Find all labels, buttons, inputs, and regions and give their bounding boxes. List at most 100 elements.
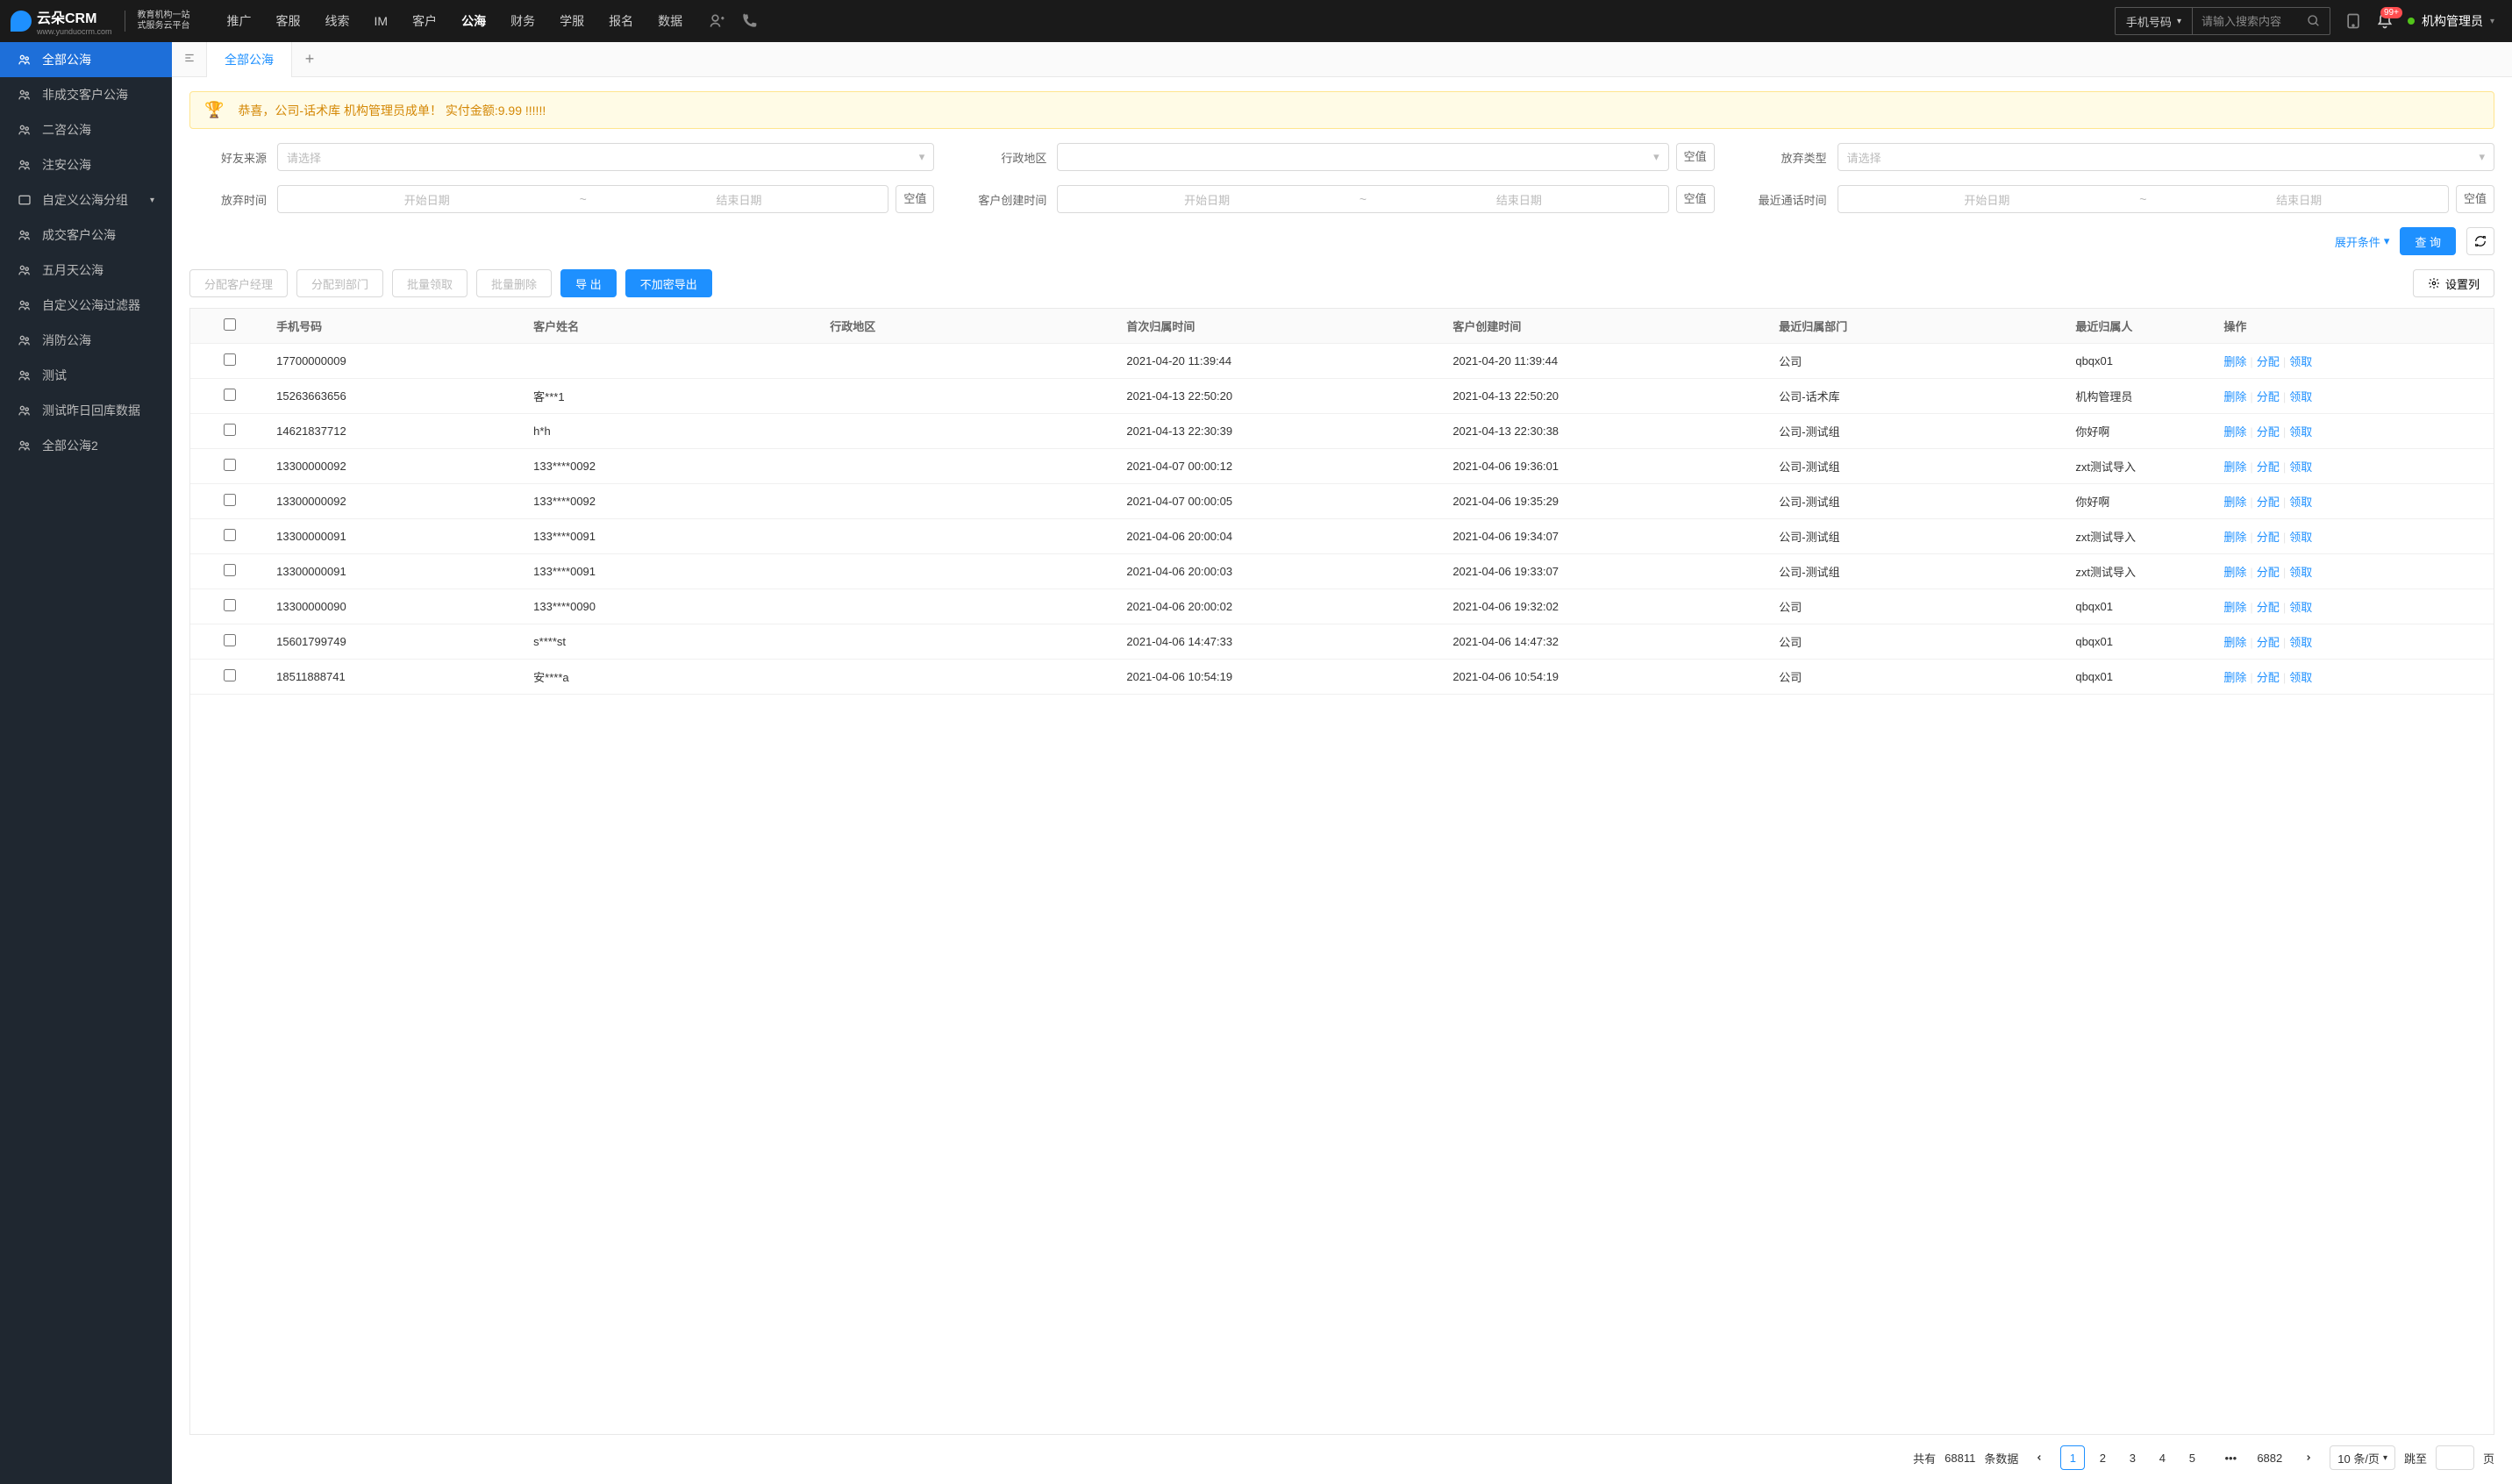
assign-link[interactable]: 分配 [2257, 460, 2280, 474]
sidebar-item[interactable]: 注安公海 [0, 147, 172, 182]
delete-link[interactable]: 删除 [2223, 601, 2246, 614]
sidebar-item[interactable]: 二咨公海 [0, 112, 172, 147]
delete-link[interactable]: 删除 [2223, 531, 2246, 544]
phone-icon[interactable] [740, 12, 758, 30]
assign-link[interactable]: 分配 [2257, 496, 2280, 509]
topnav-item[interactable]: 财务 [498, 0, 547, 42]
select-all-checkbox[interactable] [224, 318, 236, 331]
topnav-item[interactable]: 客户 [400, 0, 449, 42]
sidebar-item[interactable]: 全部公海 [0, 42, 172, 77]
search-input[interactable] [2193, 8, 2298, 34]
delete-link[interactable]: 删除 [2223, 390, 2246, 403]
assign-link[interactable]: 分配 [2257, 531, 2280, 544]
claim-link[interactable]: 领取 [2289, 601, 2312, 614]
abandon-start-date[interactable]: 开始日期 [277, 185, 576, 213]
claim-link[interactable]: 领取 [2289, 531, 2312, 544]
sidebar-item[interactable]: 成交客户公海 [0, 218, 172, 253]
user-menu[interactable]: 机构管理员 ▾ [2408, 12, 2494, 30]
lastcall-null-button[interactable]: 空值 [2456, 185, 2494, 213]
sidebar-item[interactable]: 消防公海 [0, 323, 172, 358]
row-checkbox[interactable] [224, 529, 236, 541]
friend-source-select[interactable]: 请选择 ▾ [277, 143, 934, 171]
claim-link[interactable]: 领取 [2289, 390, 2312, 403]
search-type-select[interactable]: 手机号码 ▾ [2116, 8, 2193, 34]
tablet-icon[interactable] [2344, 12, 2362, 30]
next-page-button[interactable] [2296, 1445, 2321, 1470]
export-button[interactable]: 导 出 [560, 269, 617, 297]
table-wrap[interactable]: 手机号码 客户姓名 行政地区 首次归属时间 客户创建时间 最近归属部门 最近归属… [189, 308, 2494, 1435]
topnav-item[interactable]: 客服 [264, 0, 313, 42]
create-start-date[interactable]: 开始日期 [1057, 185, 1356, 213]
expand-filters-button[interactable]: 展开条件 ▾ [2335, 233, 2390, 250]
search-button[interactable] [2298, 8, 2330, 34]
notification-button[interactable]: 99+ [2376, 12, 2394, 30]
lastcall-start-date[interactable]: 开始日期 [1838, 185, 2137, 213]
page-number[interactable]: 5 [2180, 1445, 2204, 1470]
assign-link[interactable]: 分配 [2257, 671, 2280, 684]
assign-link[interactable]: 分配 [2257, 355, 2280, 368]
sidebar-item[interactable]: 非成交客户公海 [0, 77, 172, 112]
topnav-item[interactable]: 公海 [449, 0, 498, 42]
query-button[interactable]: 查 询 [2400, 227, 2456, 255]
region-select[interactable]: ▾ [1057, 143, 1668, 171]
add-tab-button[interactable]: + [292, 50, 327, 68]
set-columns-button[interactable]: 设置列 [2413, 269, 2494, 297]
delete-link[interactable]: 删除 [2223, 496, 2246, 509]
page-size-select[interactable]: 10 条/页 ▾ [2330, 1445, 2395, 1470]
page-number[interactable]: 4 [2150, 1445, 2174, 1470]
claim-link[interactable]: 领取 [2289, 566, 2312, 579]
row-checkbox[interactable] [224, 494, 236, 506]
abandon-end-date[interactable]: 结束日期 [590, 185, 889, 213]
logo[interactable]: 云朵CRM www.yunduocrm.com 教育机构一站 式服务云平台 [0, 6, 201, 36]
assign-dept-button[interactable]: 分配到部门 [296, 269, 383, 297]
collapse-sidebar-button[interactable] [172, 42, 207, 77]
sidebar-item[interactable]: 自定义公海过滤器 [0, 288, 172, 323]
lastcall-end-date[interactable]: 结束日期 [2150, 185, 2449, 213]
batch-claim-button[interactable]: 批量领取 [392, 269, 467, 297]
jump-page-input[interactable] [2436, 1445, 2474, 1470]
row-checkbox[interactable] [224, 634, 236, 646]
row-checkbox[interactable] [224, 424, 236, 436]
delete-link[interactable]: 删除 [2223, 460, 2246, 474]
topnav-item[interactable]: 学服 [547, 0, 596, 42]
page-number[interactable]: 3 [2120, 1445, 2144, 1470]
export-plain-button[interactable]: 不加密导出 [625, 269, 712, 297]
delete-link[interactable]: 删除 [2223, 425, 2246, 439]
row-checkbox[interactable] [224, 564, 236, 576]
sidebar-item[interactable]: 测试 [0, 358, 172, 393]
topnav-item[interactable]: 数据 [646, 0, 695, 42]
add-user-icon[interactable] [709, 12, 726, 30]
row-checkbox[interactable] [224, 459, 236, 471]
reset-button[interactable] [2466, 227, 2494, 255]
topnav-item[interactable]: 报名 [596, 0, 646, 42]
assign-link[interactable]: 分配 [2257, 425, 2280, 439]
page-number[interactable]: 1 [2060, 1445, 2085, 1470]
delete-link[interactable]: 删除 [2223, 566, 2246, 579]
row-checkbox[interactable] [224, 599, 236, 611]
topnav-item[interactable]: IM [362, 0, 401, 42]
row-checkbox[interactable] [224, 389, 236, 401]
delete-link[interactable]: 删除 [2223, 355, 2246, 368]
abandon-type-select[interactable]: 请选择 ▾ [1838, 143, 2494, 171]
create-time-null-button[interactable]: 空值 [1676, 185, 1715, 213]
last-page-button[interactable]: 6882 [2252, 1445, 2287, 1470]
topnav-item[interactable]: 推广 [215, 0, 264, 42]
tab-active[interactable]: 全部公海 [207, 42, 292, 77]
assign-link[interactable]: 分配 [2257, 566, 2280, 579]
assign-link[interactable]: 分配 [2257, 390, 2280, 403]
sidebar-item[interactable]: 五月天公海 [0, 253, 172, 288]
delete-link[interactable]: 删除 [2223, 671, 2246, 684]
claim-link[interactable]: 领取 [2289, 671, 2312, 684]
claim-link[interactable]: 领取 [2289, 636, 2312, 649]
sidebar-item[interactable]: 测试昨日回库数据 [0, 393, 172, 428]
batch-delete-button[interactable]: 批量删除 [476, 269, 552, 297]
assign-link[interactable]: 分配 [2257, 601, 2280, 614]
region-null-button[interactable]: 空值 [1676, 143, 1715, 171]
row-checkbox[interactable] [224, 353, 236, 366]
claim-link[interactable]: 领取 [2289, 355, 2312, 368]
abandon-time-null-button[interactable]: 空值 [896, 185, 934, 213]
delete-link[interactable]: 删除 [2223, 636, 2246, 649]
sidebar-item[interactable]: 自定义公海分组▾ [0, 182, 172, 218]
page-ellipsis[interactable]: ••• [2218, 1445, 2243, 1470]
topnav-item[interactable]: 线索 [313, 0, 362, 42]
